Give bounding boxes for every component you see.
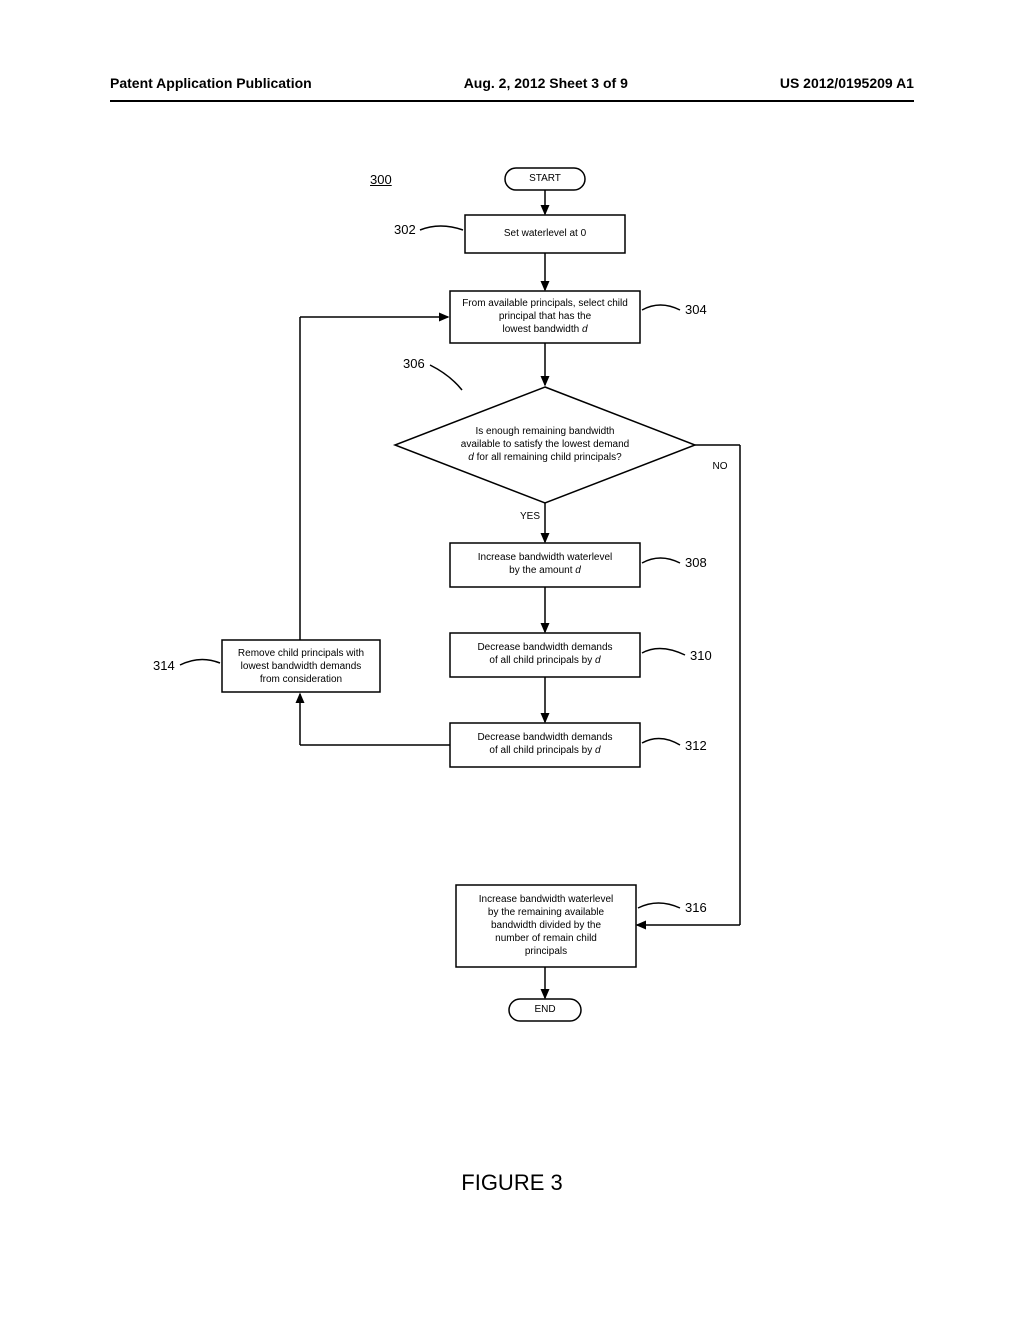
- header-divider: [110, 100, 914, 102]
- figure-title: FIGURE 3: [0, 1170, 1024, 1196]
- step-304-line2: principal that has the: [499, 311, 591, 322]
- ref-310: 310: [690, 648, 712, 663]
- step-306-text: Is enough remaining bandwidth available …: [420, 425, 670, 464]
- ref-300: 300: [370, 172, 392, 187]
- step-310-text: Decrease bandwidth demands of all child …: [450, 641, 640, 667]
- decision-yes: YES: [510, 510, 550, 523]
- step-312-line1: Decrease bandwidth demands: [477, 732, 612, 743]
- step-306-line1: Is enough remaining bandwidth: [476, 426, 615, 437]
- flowchart: START Set waterlevel at 0 From available…: [0, 150, 1024, 1150]
- ref-316: 316: [685, 900, 707, 915]
- step-316-line3: bandwidth divided by the: [491, 920, 601, 931]
- step-310-line2a: of all child principals by: [489, 655, 595, 666]
- step-306-line2: available to satisfy the lowest demand: [461, 439, 629, 450]
- step-314-line2: lowest bandwidth demands: [241, 661, 362, 672]
- step-304-line1: From available principals, select child: [462, 298, 628, 309]
- terminal-end: END: [509, 1003, 581, 1016]
- step-308-line2b: d: [575, 565, 581, 576]
- step-304-line3b: d: [582, 324, 588, 335]
- header-center: Aug. 2, 2012 Sheet 3 of 9: [464, 75, 628, 91]
- step-306-line3b: for all remaining child principals?: [474, 452, 622, 463]
- terminal-start: START: [505, 172, 585, 185]
- step-314-line1: Remove child principals with: [238, 648, 364, 659]
- decision-no: NO: [700, 460, 740, 473]
- document-header: Patent Application Publication Aug. 2, 2…: [110, 75, 914, 91]
- step-316-line5: principals: [525, 946, 567, 957]
- step-312-line2a: of all child principals by: [489, 745, 595, 756]
- step-314-line3: from consideration: [260, 674, 342, 685]
- step-312-line2b: d: [595, 745, 601, 756]
- step-312-text: Decrease bandwidth demands of all child …: [450, 731, 640, 757]
- step-308-line2a: by the amount: [509, 565, 575, 576]
- step-310-line2b: d: [595, 655, 601, 666]
- step-316-line1: Increase bandwidth waterlevel: [479, 894, 614, 905]
- step-316-line2: by the remaining available: [488, 907, 604, 918]
- ref-306: 306: [403, 356, 425, 371]
- step-304-text: From available principals, select child …: [450, 297, 640, 336]
- ref-314: 314: [153, 658, 175, 673]
- ref-304: 304: [685, 302, 707, 317]
- ref-308: 308: [685, 555, 707, 570]
- header-left: Patent Application Publication: [110, 75, 312, 91]
- step-308-line1: Increase bandwidth waterlevel: [478, 552, 613, 563]
- header-right: US 2012/0195209 A1: [780, 75, 914, 91]
- ref-312: 312: [685, 738, 707, 753]
- step-314-text: Remove child principals with lowest band…: [222, 647, 380, 686]
- step-304-line3a: lowest bandwidth: [502, 324, 582, 335]
- step-316-line4: number of remain child: [495, 933, 597, 944]
- step-308-text: Increase bandwidth waterlevel by the amo…: [450, 551, 640, 577]
- step-316-text: Increase bandwidth waterlevel by the rem…: [456, 893, 636, 958]
- step-310-line1: Decrease bandwidth demands: [477, 642, 612, 653]
- ref-302: 302: [394, 222, 416, 237]
- step-302-text: Set waterlevel at 0: [465, 227, 625, 240]
